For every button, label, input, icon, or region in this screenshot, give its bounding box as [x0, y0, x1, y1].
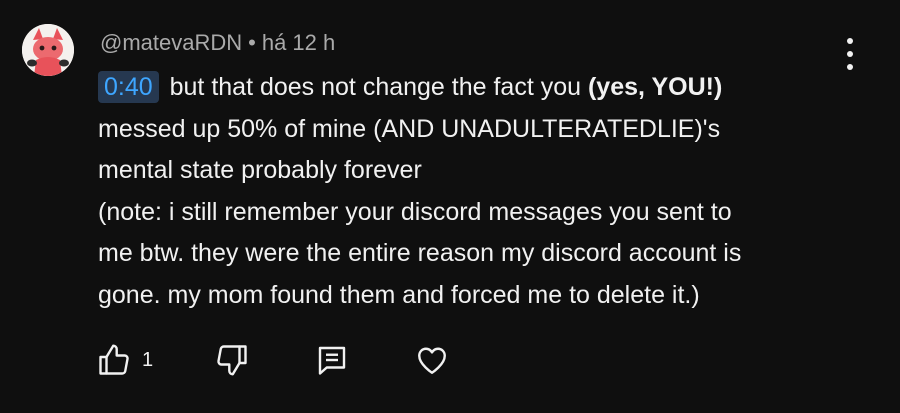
comment-body: 0:40 but that does not change the fact y… — [98, 67, 858, 316]
like-button[interactable]: 1 — [96, 340, 153, 380]
heart-icon — [418, 347, 446, 374]
comment-line: 0:40 but that does not change the fact y… — [98, 67, 858, 109]
comment-line: (note: i still remember your discord mes… — [98, 197, 732, 226]
comment-author[interactable]: @matevaRDN — [100, 30, 242, 55]
header-separator: • — [248, 30, 256, 55]
timestamp-link[interactable]: 0:40 — [98, 71, 159, 103]
heart-button[interactable] — [414, 340, 450, 380]
comment-line: gone. my mom found them and forced me to… — [98, 280, 700, 309]
thumbs-up-icon — [99, 344, 129, 375]
comment-line: mental state probably forever — [98, 156, 422, 184]
comment-bold-text: (yes, YOU!) — [587, 73, 723, 101]
comment-time[interactable]: há 12 h — [262, 30, 335, 55]
reply-button[interactable] — [314, 340, 350, 380]
thumbs-down-icon — [217, 345, 247, 376]
avatar-image — [22, 24, 74, 76]
comment-line: me btw. they were the entire reason my d… — [98, 239, 742, 267]
more-vertical-icon — [847, 38, 853, 44]
comment-text: but that does not change the fact you — [162, 73, 588, 101]
like-count: 1 — [142, 348, 154, 371]
dislike-button[interactable] — [214, 340, 250, 380]
avatar[interactable] — [22, 24, 74, 76]
comment-header: @matevaRDN • há 12 h — [100, 30, 335, 56]
comment-line: messed up 50% of mine (AND UNADULTERATED… — [98, 114, 721, 143]
more-vertical-icon-dot — [847, 51, 853, 57]
reply-comment-icon — [318, 346, 346, 375]
